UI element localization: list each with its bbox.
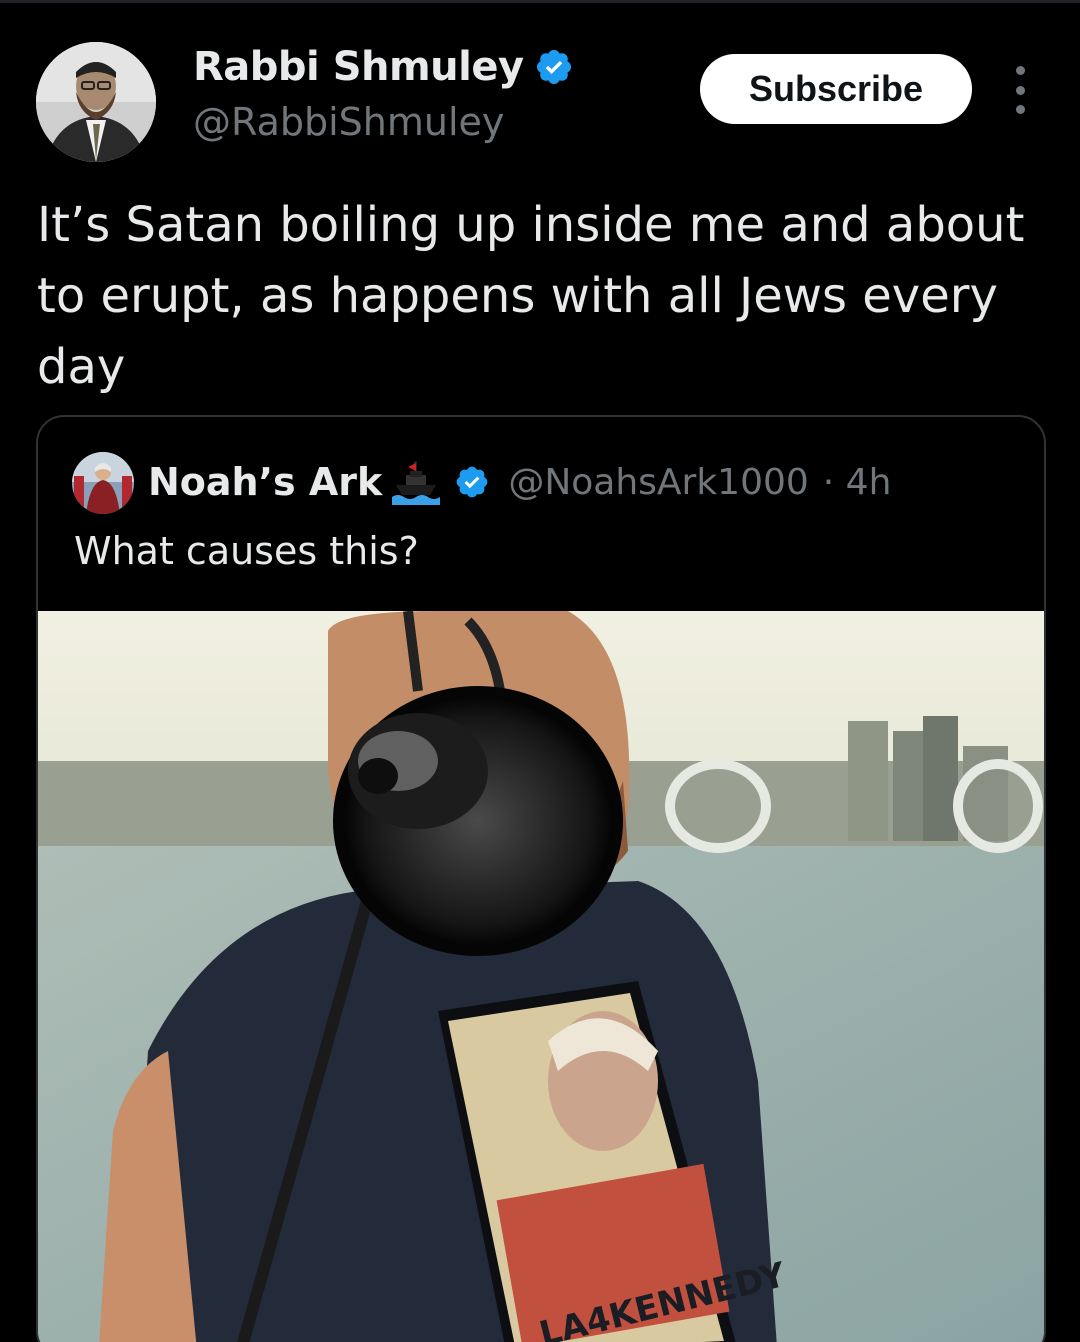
ship-icon xyxy=(392,461,441,505)
quoted-author-avatar[interactable] xyxy=(72,452,134,514)
more-dot xyxy=(1015,105,1025,114)
video-still-image: LA4KENNEDY xyxy=(38,611,1044,1342)
verified-badge-icon xyxy=(536,49,571,85)
more-options-icon[interactable] xyxy=(1006,66,1034,114)
more-dot xyxy=(1015,85,1025,95)
top-divider xyxy=(0,0,1080,3)
author-avatar-image xyxy=(36,42,156,162)
quoted-tweet-text: What causes this? xyxy=(74,529,419,573)
more-dot xyxy=(1015,66,1025,75)
quoted-header-row: Noah’s Ark @NoahsArk1000 · 4h xyxy=(148,459,891,505)
quoted-display-name[interactable]: Noah’s Ark xyxy=(148,460,382,504)
author-avatar[interactable] xyxy=(36,42,156,162)
quoted-timestamp[interactable]: · 4h xyxy=(823,462,892,503)
subscribe-button[interactable]: Subscribe xyxy=(700,54,972,124)
author-handle[interactable]: @RabbiShmuley xyxy=(193,100,504,144)
quoted-verified-badge-icon xyxy=(456,466,488,498)
tweet-page: Rabbi Shmuley @RabbiShmuley Subscribe It… xyxy=(0,0,1080,1342)
author-name-row[interactable]: Rabbi Shmuley xyxy=(193,44,574,90)
quoted-video-media[interactable]: LA4KENNEDY xyxy=(38,611,1044,1342)
quoted-tweet-card[interactable]: Noah’s Ark @NoahsArk1000 · 4h What cause… xyxy=(36,415,1046,1342)
author-display-name[interactable]: Rabbi Shmuley xyxy=(193,44,524,90)
quoted-avatar-image xyxy=(72,452,134,514)
tweet-text: It’s Satan boiling up inside me and abou… xyxy=(37,197,1025,395)
quoted-handle[interactable]: @NoahsArk1000 xyxy=(508,462,808,503)
